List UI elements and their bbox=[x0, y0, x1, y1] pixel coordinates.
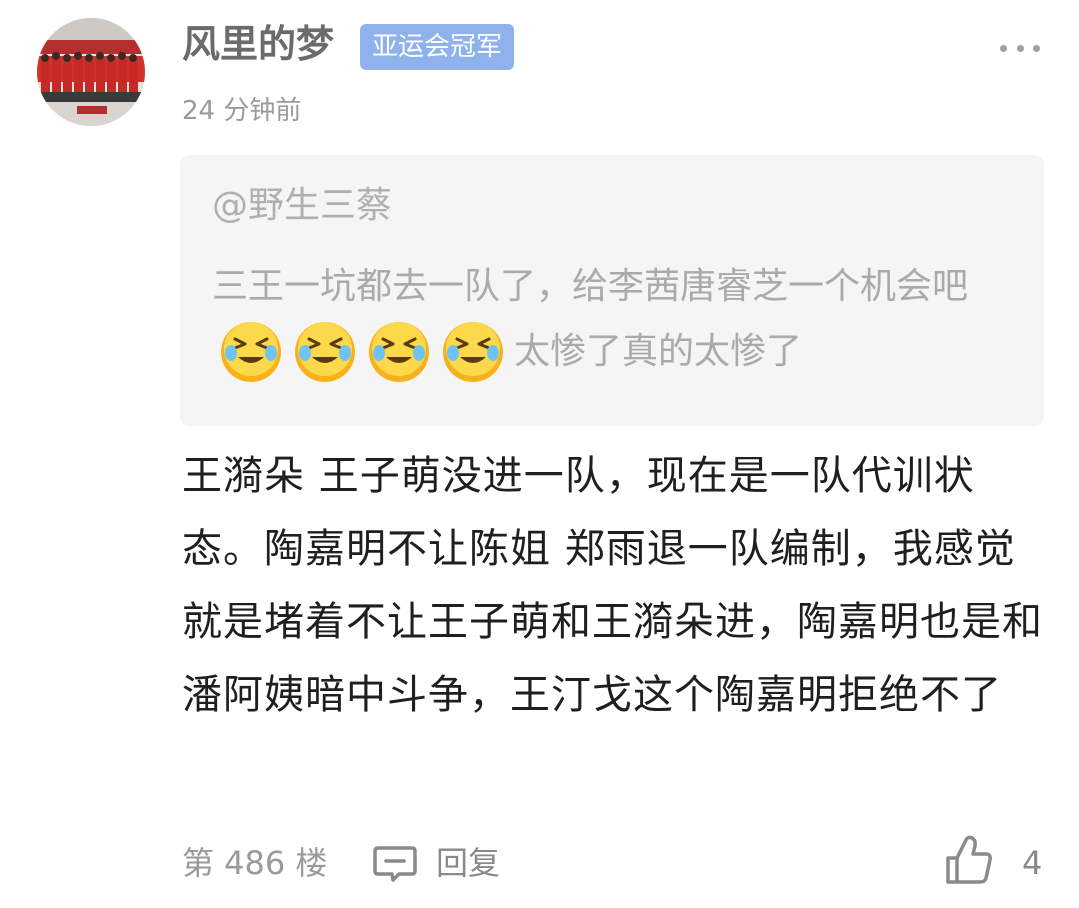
reply-button[interactable]: 回复 bbox=[436, 840, 500, 886]
like-count: 4 bbox=[1022, 844, 1043, 882]
title-badge: 亚运会冠军 bbox=[360, 24, 515, 70]
laughing-crying-emoji bbox=[295, 322, 355, 382]
emoji-row bbox=[212, 322, 514, 382]
floor-number: 第 486 楼 bbox=[182, 844, 328, 882]
laughing-crying-emoji bbox=[443, 322, 503, 382]
more-dots-icon[interactable] bbox=[1000, 34, 1040, 62]
quoted-comment[interactable]: @野生三蔡 三王一坑都去一队了，给李茜唐睿芝一个机会吧太惨了真的太惨了 bbox=[180, 155, 1044, 426]
username[interactable]: 风里的梦 bbox=[182, 18, 334, 70]
laughing-crying-emoji bbox=[221, 322, 281, 382]
thumbs-up-icon[interactable] bbox=[944, 834, 994, 886]
comment-bubble-icon[interactable] bbox=[372, 844, 418, 884]
quoted-author[interactable]: @野生三蔡 bbox=[212, 183, 392, 229]
laughing-crying-emoji bbox=[369, 322, 429, 382]
quoted-text-before: 三王一坑都去一队了，给李茜唐睿芝一个机会吧 bbox=[212, 266, 969, 307]
comment-content: 王漪朵 王子萌没进一队，现在是一队代训状态。陶嘉明不让陈姐 郑雨退一队编制，我感… bbox=[182, 453, 1043, 718]
quoted-text: 三王一坑都去一队了，给李茜唐睿芝一个机会吧太惨了真的太惨了 bbox=[212, 255, 1027, 385]
quoted-text-after: 太惨了真的太惨了 bbox=[514, 331, 803, 372]
user-avatar[interactable] bbox=[37, 18, 145, 126]
comment-timestamp: 24 分钟前 bbox=[182, 96, 302, 126]
